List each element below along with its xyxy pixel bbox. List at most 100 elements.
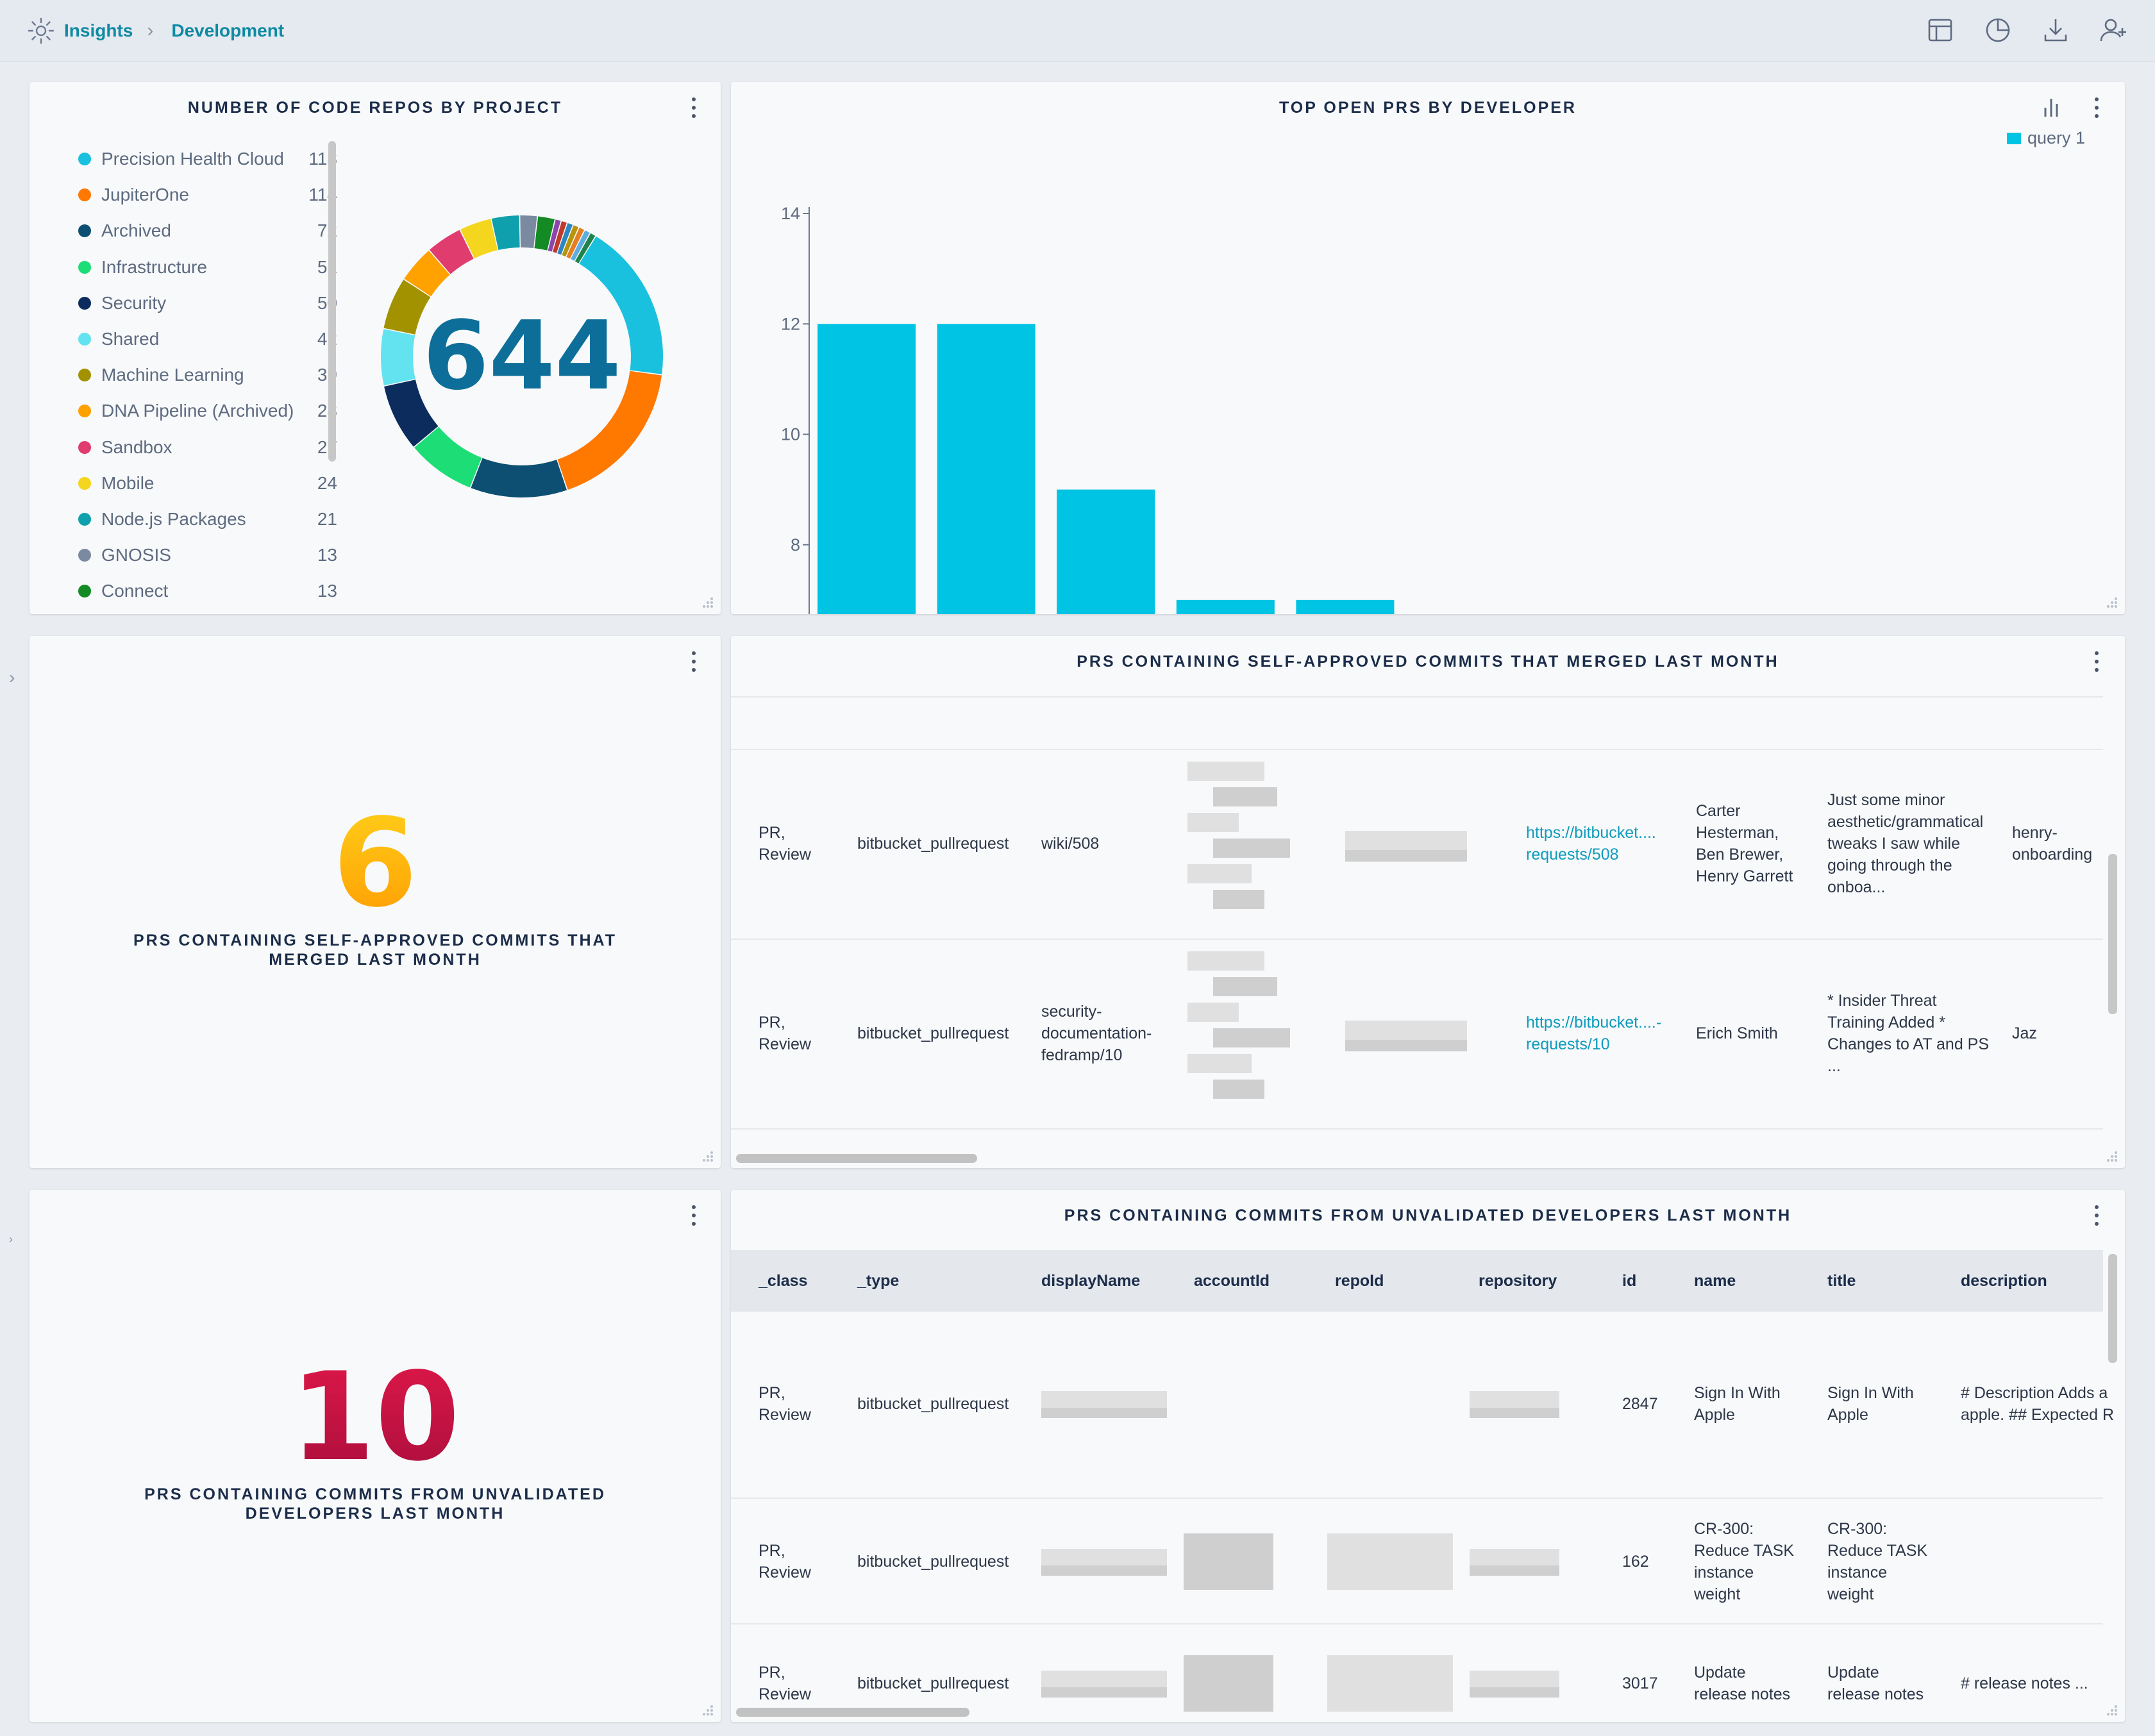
legend-item[interactable]: JupiterOne 114: [49, 177, 337, 213]
redacted-block: [1345, 1021, 1467, 1040]
legend-label: Node.js Packages: [101, 508, 246, 529]
table-horizontal-scrollbar[interactable]: [736, 1154, 977, 1163]
donut-slice[interactable]: [471, 458, 567, 497]
redacted-block: [1470, 1671, 1559, 1687]
redacted-block: [1345, 850, 1467, 862]
column-header[interactable]: name: [1694, 1270, 1736, 1292]
cell-description: # release notes ...: [1961, 1674, 2088, 1692]
more-options-icon[interactable]: [2090, 649, 2103, 674]
legend-item[interactable]: DNA Pipeline (Archived) 28: [49, 393, 337, 429]
legend-item[interactable]: Precision Health Cloud 118: [49, 141, 337, 177]
cell-class: PR, Review: [759, 1664, 811, 1703]
redacted-block: [1213, 890, 1264, 909]
table-header-band: [731, 1250, 2103, 1312]
redacted-block: [1327, 1655, 1453, 1712]
column-header[interactable]: _type: [857, 1270, 899, 1292]
resize-handle-icon[interactable]: [2104, 1149, 2118, 1163]
y-tick-label: 14: [781, 204, 800, 223]
legend-label: Archived: [101, 221, 171, 241]
pie-chart-icon[interactable]: [1982, 14, 2014, 46]
legend-label: Connect: [101, 581, 169, 601]
donut-slice[interactable]: [520, 215, 537, 248]
table-vertical-scrollbar[interactable]: [2108, 854, 2117, 1014]
table-horizontal-scrollbar[interactable]: [736, 1708, 969, 1717]
more-options-icon[interactable]: [687, 95, 700, 121]
more-options-icon[interactable]: [687, 649, 700, 674]
column-header[interactable]: displayName: [1041, 1270, 1140, 1292]
bar[interactable]: [1176, 599, 1275, 614]
column-header[interactable]: accountId: [1194, 1270, 1270, 1292]
legend-dot: [78, 296, 91, 310]
download-icon[interactable]: [2040, 14, 2072, 46]
more-options-icon[interactable]: [687, 1203, 700, 1228]
legend-dot: [78, 512, 91, 526]
legend-item[interactable]: Node.js Packages 21: [49, 501, 337, 537]
divider: [731, 1498, 2103, 1499]
bar[interactable]: [818, 324, 916, 614]
y-tick-label: 10: [781, 425, 800, 444]
column-header[interactable]: title: [1827, 1270, 1856, 1292]
legend-label: Security: [101, 292, 167, 313]
bar[interactable]: [1057, 489, 1155, 614]
column-header[interactable]: id: [1622, 1270, 1636, 1292]
redacted-block: [1187, 1054, 1252, 1073]
sun-icon[interactable]: [27, 17, 55, 45]
cell-type: bitbucket_pullrequest: [857, 1395, 1009, 1413]
chevron-right-icon: ›: [147, 19, 154, 41]
legend-dot: [78, 440, 91, 454]
legend-dot: [78, 585, 91, 598]
legend-dot: [78, 188, 91, 202]
legend-item[interactable]: Mobile 24: [49, 465, 337, 501]
layout-icon[interactable]: [1924, 14, 1956, 46]
redacted-block: [1187, 813, 1239, 832]
donut-slice[interactable]: [381, 329, 415, 386]
sidebar-collapse-handle[interactable]: ›: [9, 1230, 22, 1249]
redacted-block: [1041, 1565, 1167, 1576]
top-bar: Insights › Development: [0, 0, 2155, 62]
resize-handle-icon[interactable]: [700, 1703, 714, 1717]
breadcrumb-insights[interactable]: Insights: [64, 21, 133, 41]
cell-type: bitbucket_pullrequest: [857, 1024, 1009, 1042]
top-prs-bar-chart: 68101214Xander DumaineDavid TannerAnthon…: [781, 204, 1395, 614]
legend-item[interactable]: Machine Learning 39: [49, 357, 337, 393]
resize-handle-icon[interactable]: [2104, 595, 2118, 609]
cell-class: PR, Review: [759, 1014, 811, 1053]
legend-dot: [78, 405, 91, 418]
resize-handle-icon[interactable]: [2104, 1703, 2118, 1717]
column-header[interactable]: repository: [1479, 1270, 1557, 1292]
bar[interactable]: [1296, 599, 1395, 614]
more-options-icon[interactable]: [2090, 1203, 2103, 1228]
divider: [731, 749, 2103, 750]
cell-title: Sign In With Apple: [1827, 1384, 1914, 1424]
unvalidated-table-panel: PRS CONTAINING COMMITS FROM UNVALIDATED …: [731, 1190, 2125, 1722]
breadcrumb-development[interactable]: Development: [171, 21, 284, 41]
column-header[interactable]: repoId: [1335, 1270, 1384, 1292]
resize-handle-icon[interactable]: [700, 1149, 714, 1163]
add-user-icon[interactable]: [2097, 14, 2129, 46]
legend-dot: [78, 153, 91, 166]
column-header[interactable]: description: [1961, 1270, 2047, 1292]
legend-item[interactable]: Sandbox 27: [49, 430, 337, 465]
legend-item[interactable]: Shared 42: [49, 321, 337, 357]
cell-url-link[interactable]: https://bitbucket....- requests/10: [1526, 1012, 1661, 1055]
redacted-block: [1187, 1003, 1239, 1022]
repo-legend: Precision Health Cloud 118 JupiterOne 114 Ar…: [49, 141, 337, 609]
bar[interactable]: [937, 324, 1036, 614]
panel-title: NUMBER OF CODE REPOS BY PROJECT: [187, 99, 563, 117]
redacted-block: [1470, 1687, 1559, 1698]
column-header[interactable]: _class: [759, 1270, 807, 1292]
redacted-block: [1470, 1408, 1559, 1418]
legend-item[interactable]: GNOSIS 13: [49, 537, 337, 573]
table-vertical-scrollbar[interactable]: [2108, 1254, 2117, 1363]
redacted-block: [1184, 1655, 1273, 1712]
sidebar-expand-icon[interactable]: ›: [9, 668, 22, 687]
legend-item[interactable]: Archived 72: [49, 213, 337, 249]
legend-item[interactable]: Security 50: [49, 285, 337, 321]
legend-item[interactable]: Infrastructure 51: [49, 249, 337, 285]
cell-url-link[interactable]: https://bitbucket.... requests/508: [1526, 822, 1656, 865]
legend-scrollbar[interactable]: [328, 141, 336, 462]
legend-label: Machine Learning: [101, 365, 244, 385]
resize-handle-icon[interactable]: [700, 595, 714, 609]
kpi-number: 6: [333, 792, 417, 934]
legend-item[interactable]: Connect 13: [49, 573, 337, 609]
